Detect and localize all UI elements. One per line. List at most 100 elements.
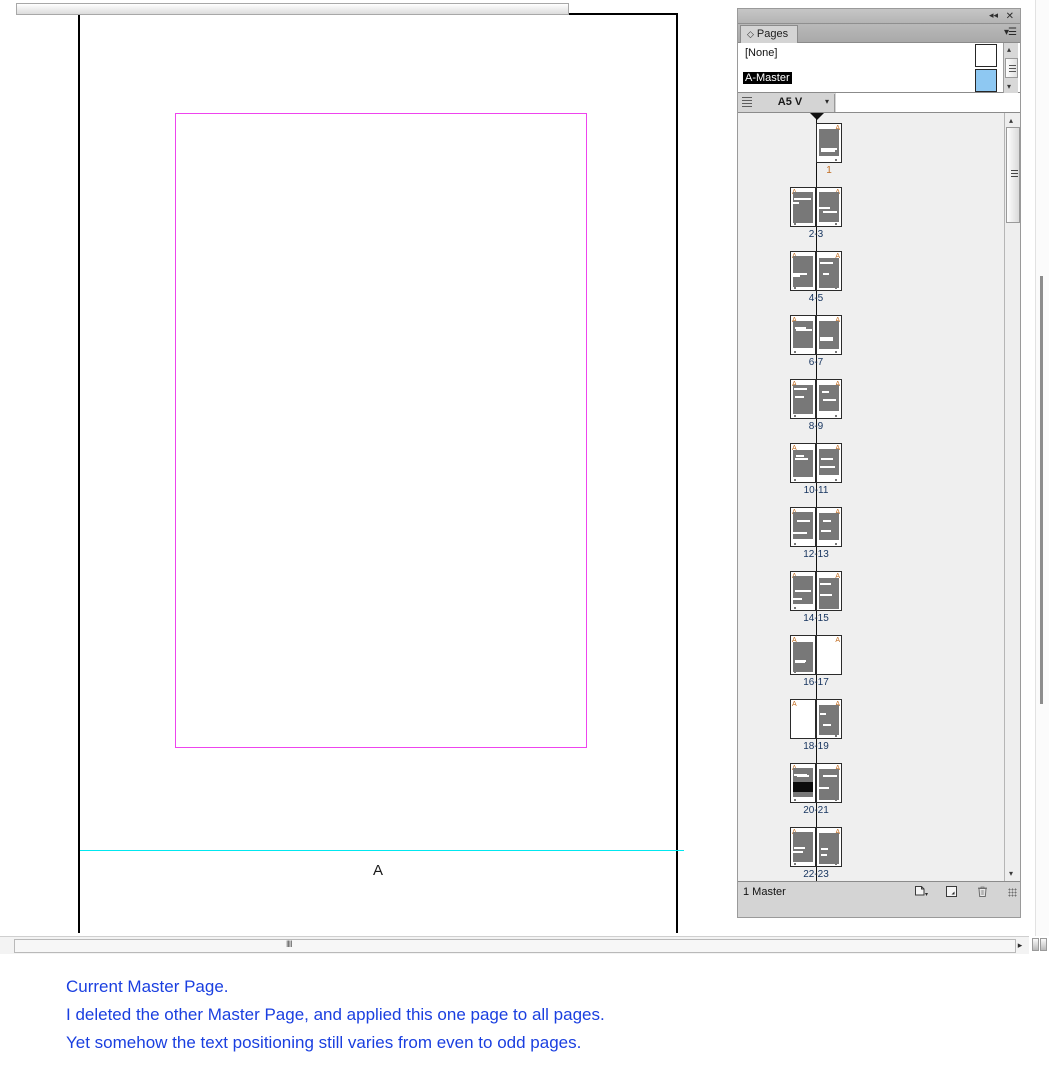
page-thumbnail[interactable]: A [816,571,842,611]
pages-tab-icon: ◇ [747,29,754,39]
page-thumbnail[interactable]: A [816,379,842,419]
pages-thumbnail-column[interactable]: A1AA2-3AA4-5AA6-7AA8-9AA10-11AA12-13AA14… [738,113,1006,881]
master-item-a-master-label: A-Master [743,72,792,84]
pages-panel-scrollbar[interactable]: ▴ ▾ [1004,113,1020,881]
page-folio-mark [835,863,837,865]
panel-tabstrip[interactable]: ◇ Pages ▾☰ [738,24,1020,43]
pages-scrollbar-thumb[interactable] [1006,127,1020,223]
new-page-icon[interactable] [944,885,960,899]
collapse-panel-icon[interactable]: ◂◂ [989,10,998,23]
masters-scroll-up-icon[interactable]: ▴ [1007,45,1011,54]
page-folio-mark [794,223,796,225]
page-thumbnail[interactable]: A [790,699,816,739]
master-item-a-master[interactable]: A-Master [738,68,1020,93]
page-thumbnail[interactable]: A [790,187,816,227]
panel-resize-grip-icon[interactable] [1008,888,1017,897]
pages-scroll-region[interactable]: A1AA2-3AA4-5AA6-7AA8-9AA10-11AA12-13AA14… [738,113,1020,881]
spread-page-numbers[interactable]: 16-17 [790,677,842,688]
page-folio-mark [835,479,837,481]
pages-panel[interactable]: ◂◂ ✕ ◇ Pages ▾☰ [None] A-Master ▴ ▾ A5 V… [737,8,1021,918]
page-spread[interactable]: AA 6-7 [790,315,842,371]
masters-scrollbar-thumb[interactable] [1005,58,1018,78]
page-spread[interactable]: AA 14-15 [790,571,842,627]
page-thumbnail[interactable]: A [816,699,842,739]
masters-list[interactable]: [None] A-Master ▴ ▾ [738,43,1020,93]
window-corner-buttons[interactable] [1031,938,1049,954]
page-thumbnail[interactable]: A [816,443,842,483]
page-spread[interactable]: AA 12-13 [790,507,842,563]
page-thumbnail[interactable]: A [816,635,842,675]
page-spread[interactable]: AA 4-5 [790,251,842,307]
page-spread[interactable]: AA 10-11 [790,443,842,499]
page-spread[interactable]: A1 [816,123,842,179]
page-thumbnail[interactable]: A [790,571,816,611]
spread-page-numbers[interactable]: 1 [816,165,842,176]
page-thumbnail[interactable]: A [790,315,816,355]
page-spread[interactable]: AA 20-21 [790,763,842,819]
chevron-down-icon[interactable]: ▾ [825,97,829,106]
masters-list-scrollbar[interactable]: ▴ ▾ [1003,43,1018,93]
delete-page-icon[interactable] [974,885,990,899]
page-thumbnail[interactable]: A [790,635,816,675]
caption-block: Current Master Page. I deleted the other… [66,973,866,1057]
spread-page-numbers[interactable]: 18-19 [790,741,842,752]
pages-scroll-up-icon[interactable]: ▴ [1009,116,1013,125]
master-count-status: 1 Master [743,886,786,898]
page-thumbnail[interactable]: A [790,251,816,291]
window-vertical-scrollbar-thumb[interactable] [1040,276,1043,704]
pages-scroll-down-icon[interactable]: ▾ [1009,869,1013,878]
master-item-none-label: [None] [745,47,778,59]
page-thumbnail[interactable]: A [816,251,842,291]
spread-page-numbers[interactable]: 10-11 [790,485,842,496]
page-spread[interactable]: A A 16-17 [790,635,842,691]
spread-page-numbers[interactable]: 20-21 [790,805,842,816]
close-panel-icon[interactable]: ✕ [1006,10,1014,23]
margin-guide [175,113,587,748]
masters-scroll-down-icon[interactable]: ▾ [1007,82,1011,91]
page-folio-mark [835,607,837,609]
master-item-none[interactable]: [None] [738,43,1020,68]
pages-scrollbar-grip-icon [1011,170,1018,178]
page-thumbnail[interactable]: A [790,443,816,483]
panel-menu-icon[interactable]: ▾☰ [1004,27,1017,39]
spread-page-numbers[interactable]: 8-9 [790,421,842,432]
page-folio-mark [835,159,837,161]
page-folio-mark [794,287,796,289]
scroll-right-arrow-icon[interactable]: ▸ [1014,939,1026,951]
spread-page-numbers[interactable]: 4-5 [790,293,842,304]
page-thumbnail[interactable]: A [816,187,842,227]
page-spread[interactable]: AA 2-3 [790,187,842,243]
master-item-a-master-thumbnail[interactable] [975,69,997,92]
page-size-dropdown[interactable]: A5 V ▾ [758,94,835,112]
page-folio-mark [794,415,796,417]
horizontal-scrollbar[interactable] [0,936,1029,954]
tab-pages[interactable]: ◇ Pages [740,25,799,43]
page-thumbnail[interactable]: A [790,827,816,867]
spread-page-numbers[interactable]: 2-3 [790,229,842,240]
page-thumbnail[interactable]: A [816,763,842,803]
horizontal-scrollbar-thumb[interactable] [16,3,569,15]
master-item-none-thumbnail[interactable] [975,44,997,67]
page-thumbnail[interactable]: A [816,123,842,163]
page-thumbnail[interactable]: A [790,507,816,547]
page-thumbnail[interactable]: A [816,315,842,355]
page-size-row[interactable]: A5 V ▾ [738,93,1020,113]
page-spread[interactable]: AA 8-9 [790,379,842,435]
master-page-spread[interactable]: A [78,13,684,933]
horizontal-scrollbar-track[interactable] [14,939,1016,953]
spread-page-numbers[interactable]: 14-15 [790,613,842,624]
page-spread[interactable]: AA 22-23 [790,827,842,881]
new-master-icon[interactable] [914,885,930,899]
spread-page-numbers[interactable]: 22-23 [790,869,842,880]
page-folio-mark [835,735,837,737]
page-thumbnail[interactable]: A [816,827,842,867]
panel-titlebar[interactable]: ◂◂ ✕ [738,9,1020,24]
page-thumbnail[interactable]: A [790,379,816,419]
spread-page-numbers[interactable]: 12-13 [790,549,842,560]
page-folio-mark [835,543,837,545]
app-root: A ‖‖ ▸ ◂◂ ✕ ◇ Pages ▾☰ [None] A-Master ▴… [0,0,1049,1074]
page-thumbnail[interactable]: A [816,507,842,547]
spread-page-numbers[interactable]: 6-7 [790,357,842,368]
page-thumbnail[interactable]: A [790,763,816,803]
page-spread[interactable]: A A 18-19 [790,699,842,755]
